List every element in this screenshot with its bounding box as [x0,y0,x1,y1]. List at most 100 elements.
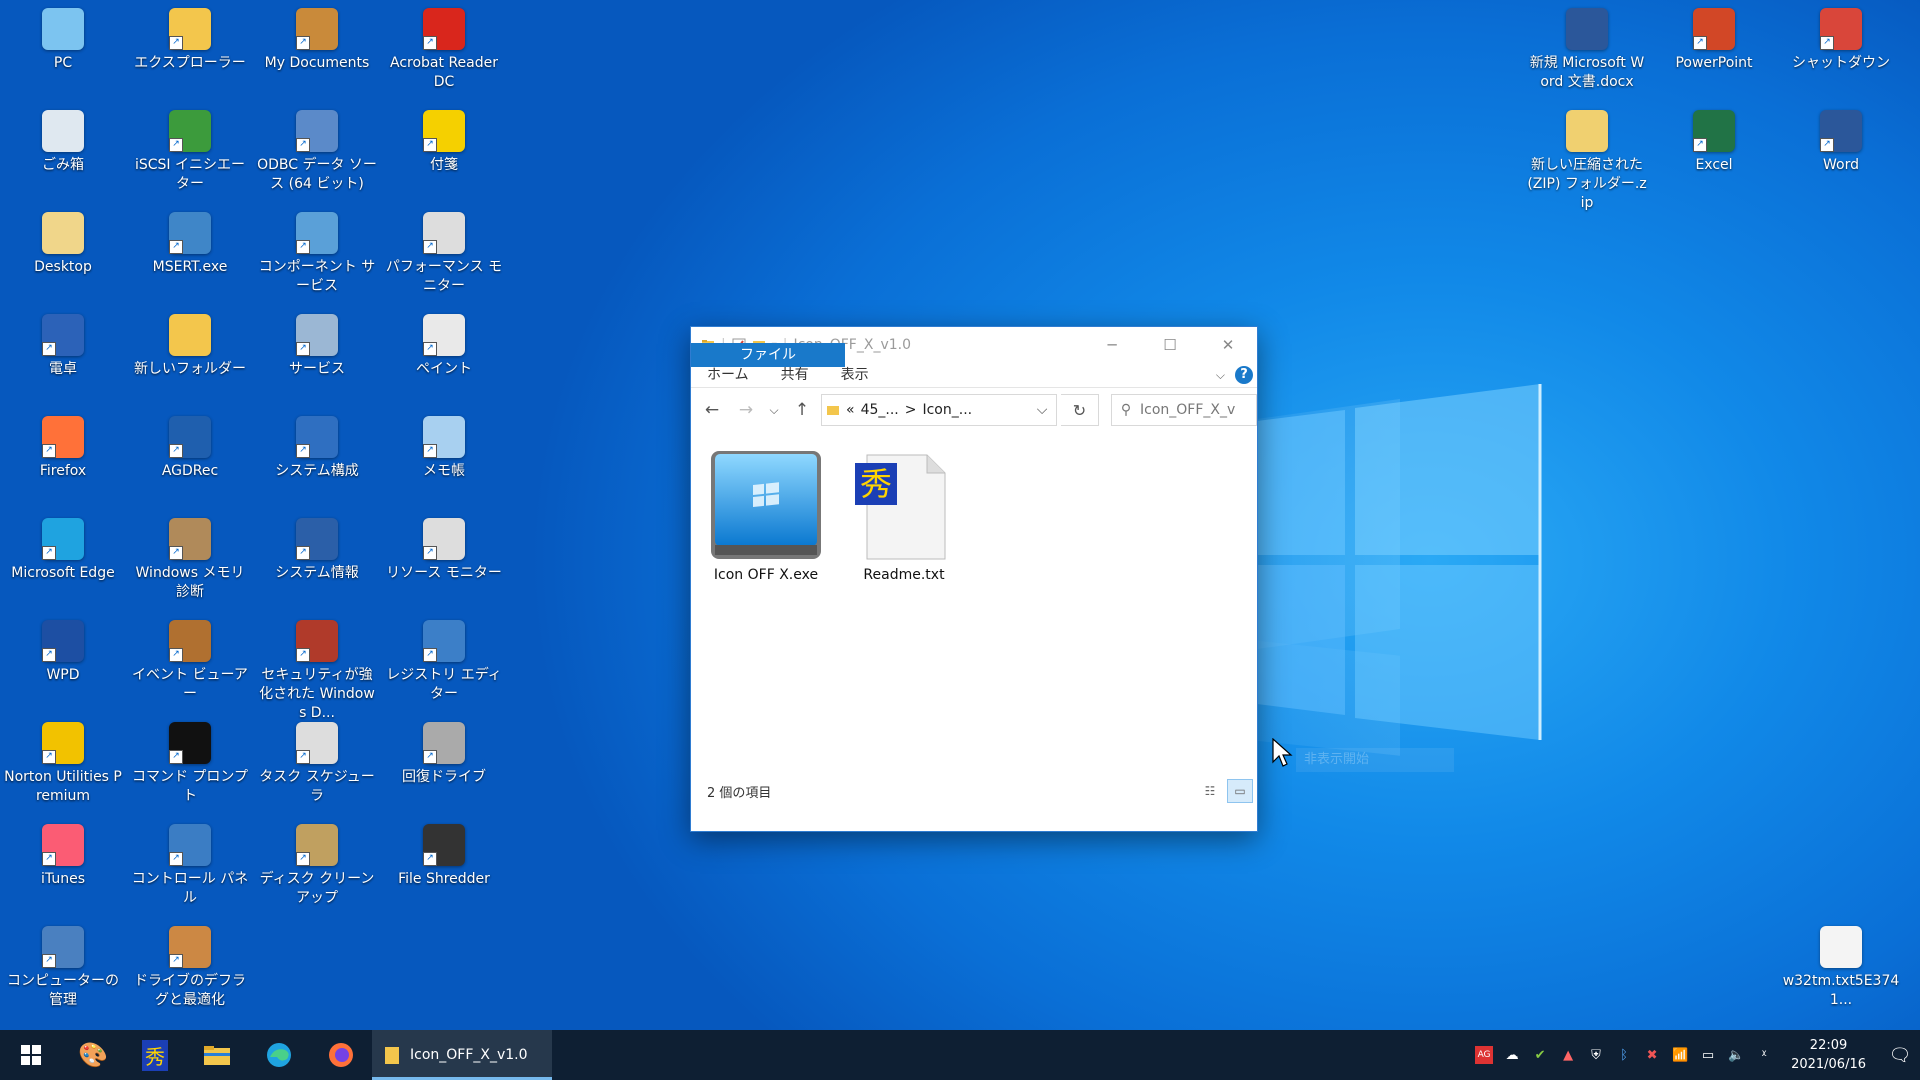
expand-ribbon-icon[interactable]: ⌵ [1216,368,1225,383]
volume-icon[interactable]: 🔈 [1727,1046,1745,1064]
desktop-icon[interactable]: ↗ イベント ビューアー [127,614,253,704]
desktop-icon[interactable]: ↗ Excel [1651,104,1777,175]
calculator-icon: ↗ [42,314,84,356]
agdrec-tray-icon[interactable]: AG [1475,1046,1494,1064]
desktop-icon-label: 新規 Microsoft Word 文書.docx [1529,55,1645,90]
desktop-icon[interactable]: ↗ ODBC データ ソース (64 ビット) [254,104,380,194]
onedrive-icon[interactable]: ☁ [1503,1046,1521,1064]
desktop-icon[interactable]: ↗ ペイント [381,308,507,379]
taskbar-app[interactable] [248,1030,310,1080]
maximize-button[interactable]: ☐ [1141,327,1199,363]
file-explorer-window[interactable]: | ▾ | Icon_OFF_X_v1.0 ─ ☐ ✕ ファイル ホーム 共有 … [690,326,1258,832]
recycle-bin-icon [42,110,84,152]
file-item[interactable]: Icon OFF X.exe [703,449,829,583]
desktop-icon[interactable]: ↗ タスク スケジューラ [254,716,380,806]
desktop-icon[interactable]: ↗ パフォーマンス モニター [381,206,507,296]
desktop-icon[interactable]: ↗ シャットダウン [1778,2,1904,73]
address-dropdown-icon[interactable]: ⌵ [1028,402,1056,418]
desktop-icon[interactable]: ごみ箱 [0,104,126,175]
desktop-icon[interactable]: ↗ WPD [0,614,126,685]
desktop-icon[interactable]: ↗ システム情報 [254,512,380,583]
norton-icon: ↗ [42,722,84,764]
search-input[interactable]: ⚲ Icon_OFF_X_v [1111,394,1257,426]
desktop-icon[interactable]: ↗ PowerPoint [1651,2,1777,73]
desktop-icon[interactable]: ↗ レジストリ エディター [381,614,507,704]
desktop-icon[interactable]: ↗ コンピューターの管理 [0,920,126,1010]
security-shield-icon[interactable]: ⛨ [1587,1046,1605,1064]
breadcrumb-segment[interactable]: 45_... [861,402,899,418]
start-button[interactable] [0,1030,62,1080]
desktop-icon[interactable]: ↗ Acrobat Reader DC [381,2,507,92]
desktop-icon[interactable]: ↗ セキュリティが強化された Windows D... [254,614,380,723]
breadcrumb-segment[interactable]: Icon_... [922,402,972,418]
windows-exe-icon [711,451,821,559]
desktop-icon[interactable]: ↗ 回復ドライブ [381,716,507,787]
shortcut-arrow-icon: ↗ [169,648,183,662]
details-view-icon[interactable]: ☷ [1197,779,1223,803]
taskbar-app[interactable]: 秀 [124,1030,186,1080]
desktop-icon[interactable]: ↗ コマンド プロンプト [127,716,253,806]
desktop-icon[interactable]: ↗ Microsoft Edge [0,512,126,583]
shortcut-arrow-icon: ↗ [423,138,437,152]
back-button[interactable]: ← [697,395,727,425]
desktop-icon[interactable]: ↗ File Shredder [381,818,507,889]
shortcut-arrow-icon: ↗ [296,750,310,764]
taskbar: 🎨 秀 Icon_OFF_X_v1.0 AG ☁ ✔ ▲ ⛨ ᛒ ✖ 📶 ▭ 🔈… [0,1030,1920,1080]
desktop-icon[interactable]: ↗ My Documents [254,2,380,73]
desktop-icon[interactable]: ↗ 電卓 [0,308,126,379]
clock[interactable]: 22:09 2021/06/16 [1783,1036,1880,1074]
address-bar[interactable]: « 45_... > Icon_... ⌵ [821,394,1057,426]
desktop-icon[interactable]: PC [0,2,126,73]
taskbar-app[interactable] [186,1030,248,1080]
wifi-icon[interactable]: 📶 [1671,1046,1689,1064]
bluetooth-icon[interactable]: ᛒ [1615,1046,1633,1064]
desktop-icon[interactable]: ↗ コントロール パネル [127,818,253,908]
recent-locations-icon[interactable]: ⌵ [765,395,783,425]
taskbar-app[interactable]: 🎨 [62,1030,124,1080]
taskbar-window-explorer[interactable]: Icon_OFF_X_v1.0 [372,1030,552,1080]
large-icons-view-icon[interactable]: ▭ [1227,779,1253,803]
desktop-icon[interactable]: ↗ AGDRec [127,410,253,481]
desktop-icon[interactable]: 新規 Microsoft Word 文書.docx [1524,2,1650,92]
notification-center-icon[interactable]: 🗨 [1880,1030,1920,1080]
refresh-button[interactable]: ↻ [1061,394,1099,426]
forward-button[interactable]: → [731,395,761,425]
acrobat-tray-icon[interactable]: ▲ [1559,1046,1577,1064]
desktop-icon[interactable]: ↗ Windows メモリ診断 [127,512,253,602]
desktop-icon[interactable]: ↗ ディスク クリーンアップ [254,818,380,908]
desktop-icon[interactable]: ↗ システム構成 [254,410,380,481]
desktop-icon[interactable]: 新しい圧縮された (ZIP) フォルダー.zip [1524,104,1650,213]
desktop-icon[interactable]: ↗ iTunes [0,818,126,889]
firefox-icon [329,1043,353,1067]
taskbar-app[interactable] [310,1030,372,1080]
tab-file[interactable]: ファイル [691,343,845,367]
desktop-icon[interactable]: ↗ コンポーネント サービス [254,206,380,296]
minimize-button[interactable]: ─ [1083,327,1141,363]
desktop-icon[interactable]: ↗ エクスプローラー [127,2,253,73]
desktop-icon[interactable]: ↗ Firefox [0,410,126,481]
help-icon[interactable]: ? [1235,366,1253,384]
file-item[interactable]: 秀 Readme.txt [841,449,967,583]
desktop-icon[interactable]: ↗ MSERT.exe [127,206,253,277]
desktop-icon[interactable]: Desktop [0,206,126,277]
desktop-icon[interactable]: ↗ ドライブのデフラグと最適化 [127,920,253,1010]
up-button[interactable]: ↑ [787,395,817,425]
desktop-icon[interactable]: 新しいフォルダー [127,308,253,379]
desktop-icon[interactable]: ↗ サービス [254,308,380,379]
norton-tray-icon[interactable]: ✔ [1531,1046,1549,1064]
desktop-icon[interactable]: ↗ Word [1778,104,1904,175]
desktop-icon[interactable]: ↗ メモ帳 [381,410,507,481]
file-list[interactable]: Icon OFF X.exe 秀 Readme.txt 2 個の項目 ☷ ▭ [691,433,1257,806]
breadcrumb-overflow[interactable]: « [846,402,855,418]
network-error-icon[interactable]: ✖ [1643,1046,1661,1064]
desktop-icon[interactable]: ↗ iSCSI イニシエーター [127,104,253,194]
desktop-icon[interactable]: ↗ 付箋 [381,104,507,175]
battery-icon[interactable]: ▭ [1699,1046,1717,1064]
close-button[interactable]: ✕ [1199,327,1257,363]
search-icon: ⚲ [1120,402,1132,418]
ime-mode-icon[interactable]: ᵡ [1755,1046,1773,1064]
desktop-icon[interactable]: ↗ リソース モニター [381,512,507,583]
breadcrumb-separator-icon[interactable]: > [905,402,917,418]
desktop-icon[interactable]: w32tm.txt5E3741... [1778,920,1904,1010]
desktop-icon[interactable]: ↗ Norton Utilities Premium [0,716,126,806]
